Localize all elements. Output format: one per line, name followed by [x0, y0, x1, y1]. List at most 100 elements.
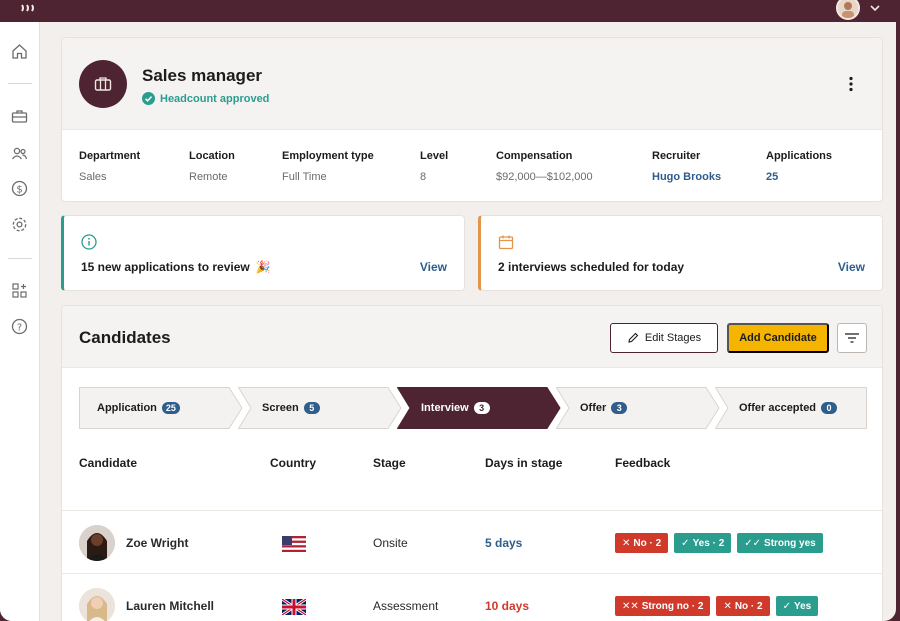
feedback-strong-no-tag[interactable]: ✕✕ Strong no · 2 — [615, 596, 711, 616]
meta-label: Location — [189, 150, 235, 162]
edit-stages-button[interactable]: Edit Stages — [610, 323, 718, 353]
edit-stages-label: Edit Stages — [644, 332, 702, 344]
gear-icon[interactable] — [10, 215, 29, 234]
meta-location: Location Remote — [189, 150, 235, 183]
meta-value: $92,000—$102,000 — [496, 171, 593, 183]
meta-label: Employment type — [282, 150, 374, 162]
x-icon: ✕ — [723, 600, 732, 612]
feedback-label: No · 2 — [734, 600, 763, 612]
job-card: Sales manager Headcount approved Departm… — [61, 37, 883, 202]
meta-value: 8 — [420, 171, 427, 183]
stage-interview[interactable]: Interview 3 — [397, 387, 561, 429]
stage-screen[interactable]: Screen 5 — [238, 387, 402, 429]
notice-text: 2 interviews scheduled for today — [498, 260, 684, 274]
stage-label: Screen — [262, 402, 299, 414]
meta-recruiter: Recruiter Hugo Brooks — [652, 150, 721, 183]
feedback-label: No · 2 — [633, 537, 662, 549]
meta-compensation: Compensation $92,000—$102,000 — [496, 150, 593, 183]
double-check-icon: ✓✓ — [744, 537, 762, 549]
sidebar-divider — [8, 258, 32, 259]
stage-count: 25 — [161, 402, 180, 414]
candidate-name[interactable]: Lauren Mitchell — [126, 599, 214, 613]
avatar — [79, 588, 115, 621]
meta-value: Sales — [79, 171, 107, 183]
notice-applications: 15 new applications to review 🎉 View — [61, 215, 465, 291]
stage-label: Interview — [421, 402, 469, 414]
meta-level: Level 8 — [420, 150, 448, 183]
waves-logo-icon[interactable] — [20, 3, 40, 15]
people-icon[interactable] — [10, 144, 29, 163]
meta-applications: Applications 25 — [766, 150, 832, 183]
help-icon[interactable]: ? — [10, 317, 29, 336]
view-applications-link[interactable]: View — [420, 260, 447, 274]
app-screen: $ ? Sales manager Headcount approved Dep… — [0, 22, 896, 621]
double-x-icon: ✕✕ — [622, 600, 639, 612]
top-bar — [0, 0, 900, 22]
meta-label: Recruiter — [652, 150, 701, 162]
feedback-label: Yes — [794, 600, 812, 612]
dollar-icon[interactable]: $ — [10, 179, 29, 198]
feedback-label: Yes · 2 — [692, 537, 725, 549]
pencil-icon — [628, 332, 639, 343]
x-icon: ✕ — [622, 537, 631, 549]
stage-application[interactable]: Application 25 — [79, 387, 243, 429]
recruiter-link[interactable]: Hugo Brooks — [652, 171, 721, 183]
stage-count: 5 — [303, 402, 320, 414]
feedback-no-tag[interactable]: ✕ No · 2 — [716, 596, 770, 616]
stage-value: Assessment — [373, 599, 439, 613]
meta-value: Remote — [189, 171, 228, 183]
chevron-down-icon[interactable] — [868, 1, 882, 15]
stage-label: Application — [97, 402, 157, 414]
meta-label: Compensation — [496, 150, 573, 162]
status-badge: Headcount approved — [142, 92, 269, 105]
notice-text: 15 new applications to review 🎉 — [81, 260, 271, 274]
feedback-yes-tag[interactable]: ✓ Yes · 2 — [674, 533, 732, 553]
column-feedback[interactable]: Feedback — [615, 456, 670, 470]
stage-offer-accepted[interactable]: Offer accepted 0 — [715, 387, 867, 429]
us-flag-icon — [282, 536, 306, 552]
apps-add-icon[interactable] — [10, 281, 29, 300]
feedback-no-tag[interactable]: ✕ No · 2 — [615, 533, 669, 553]
stage-label: Offer accepted — [739, 402, 817, 414]
column-days-in-stage[interactable]: Days in stage — [485, 456, 562, 470]
feedback-label: Strong no · 2 — [641, 600, 704, 612]
job-header: Sales manager Headcount approved — [62, 38, 882, 130]
user-avatar[interactable] — [836, 0, 860, 20]
view-interviews-link[interactable]: View — [838, 260, 865, 274]
feedback-tags: ✕✕ Strong no · 2 ✕ No · 2 ✓ Yes — [615, 596, 819, 616]
briefcase-icon — [79, 60, 127, 108]
section-title: Candidates — [79, 328, 171, 347]
notice-message: 2 interviews scheduled for today — [498, 260, 685, 274]
notice-message: 15 new applications to review — [81, 260, 250, 274]
job-title: Sales manager — [142, 66, 263, 85]
home-icon[interactable] — [10, 42, 29, 61]
sidebar-divider — [8, 83, 32, 84]
party-emoji: 🎉 — [255, 260, 271, 274]
meta-label: Level — [420, 150, 449, 162]
briefcase-icon[interactable] — [10, 107, 29, 126]
status-text: Headcount approved — [160, 92, 270, 105]
stage-count: 0 — [821, 402, 838, 414]
more-options-icon[interactable] — [848, 76, 854, 92]
meta-label: Department — [79, 150, 141, 162]
column-candidate[interactable]: Candidate — [79, 456, 137, 470]
filter-icon — [845, 333, 859, 343]
feedback-strong-yes-tag[interactable]: ✓✓ Strong yes — [737, 533, 823, 553]
add-candidate-button[interactable]: Add Candidate — [727, 323, 829, 353]
stage-offer[interactable]: Offer 3 — [556, 387, 720, 429]
check-circle-icon — [142, 92, 155, 105]
stage-count: 3 — [473, 402, 490, 414]
stage-label: Offer — [580, 402, 607, 414]
sidebar: $ ? — [0, 22, 40, 621]
column-country[interactable]: Country — [270, 456, 316, 470]
feedback-yes-tag[interactable]: ✓ Yes — [775, 596, 819, 616]
stage-count: 3 — [611, 402, 628, 414]
svg-text:?: ? — [17, 322, 22, 333]
column-stage[interactable]: Stage — [373, 456, 406, 470]
check-icon: ✓ — [681, 537, 690, 549]
filter-button[interactable] — [837, 323, 867, 353]
stage-value: Onsite — [373, 536, 408, 550]
candidate-name[interactable]: Zoe Wright — [126, 536, 188, 550]
applications-link[interactable]: 25 — [766, 171, 832, 183]
candidates-card: Candidates Edit Stages Add Candidate App… — [61, 305, 883, 621]
